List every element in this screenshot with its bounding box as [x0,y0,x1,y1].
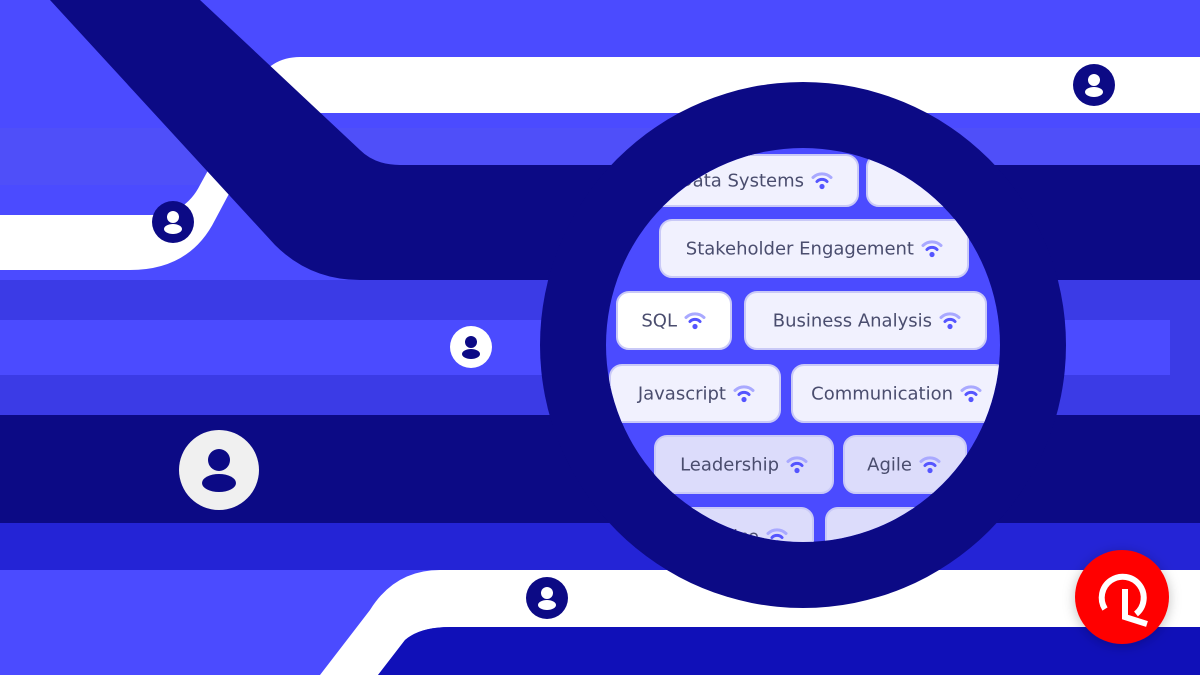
chip-label: Communication [811,384,953,405]
chip-label: SQL [641,311,677,332]
user-icon [541,587,553,599]
skill-chip[interactable]: Communication [791,364,1007,423]
chip-label: Stakeholder Engagement [686,239,914,260]
brand-logo-icon [1075,550,1169,644]
user-icon [167,211,179,223]
user-icon [208,449,230,471]
avatar [526,577,568,619]
user-icon [465,336,477,348]
skill-chip[interactable]: Javascript [609,364,781,423]
magnifying-glass-icon: Data SystemsJiraStakeholder EngagementSQ… [540,82,1066,608]
avatar [152,201,194,243]
user-icon [1088,74,1100,86]
avatar [450,326,492,368]
chip-label: Agile [867,455,912,476]
skill-chip[interactable]: SQL [616,291,732,350]
illustration: Data SystemsJiraStakeholder EngagementSQ… [0,0,1200,675]
skill-chip[interactable]: Business Analysis [744,291,987,350]
chip-label: Javascript [637,384,726,405]
skill-chip[interactable]: Leadership [654,435,834,494]
chip-label: Business Analysis [773,311,932,332]
skill-chip[interactable]: Stakeholder Engagement [659,219,969,278]
avatar [179,430,259,510]
avatar [1073,64,1115,106]
chip-label: Leadership [680,455,779,476]
